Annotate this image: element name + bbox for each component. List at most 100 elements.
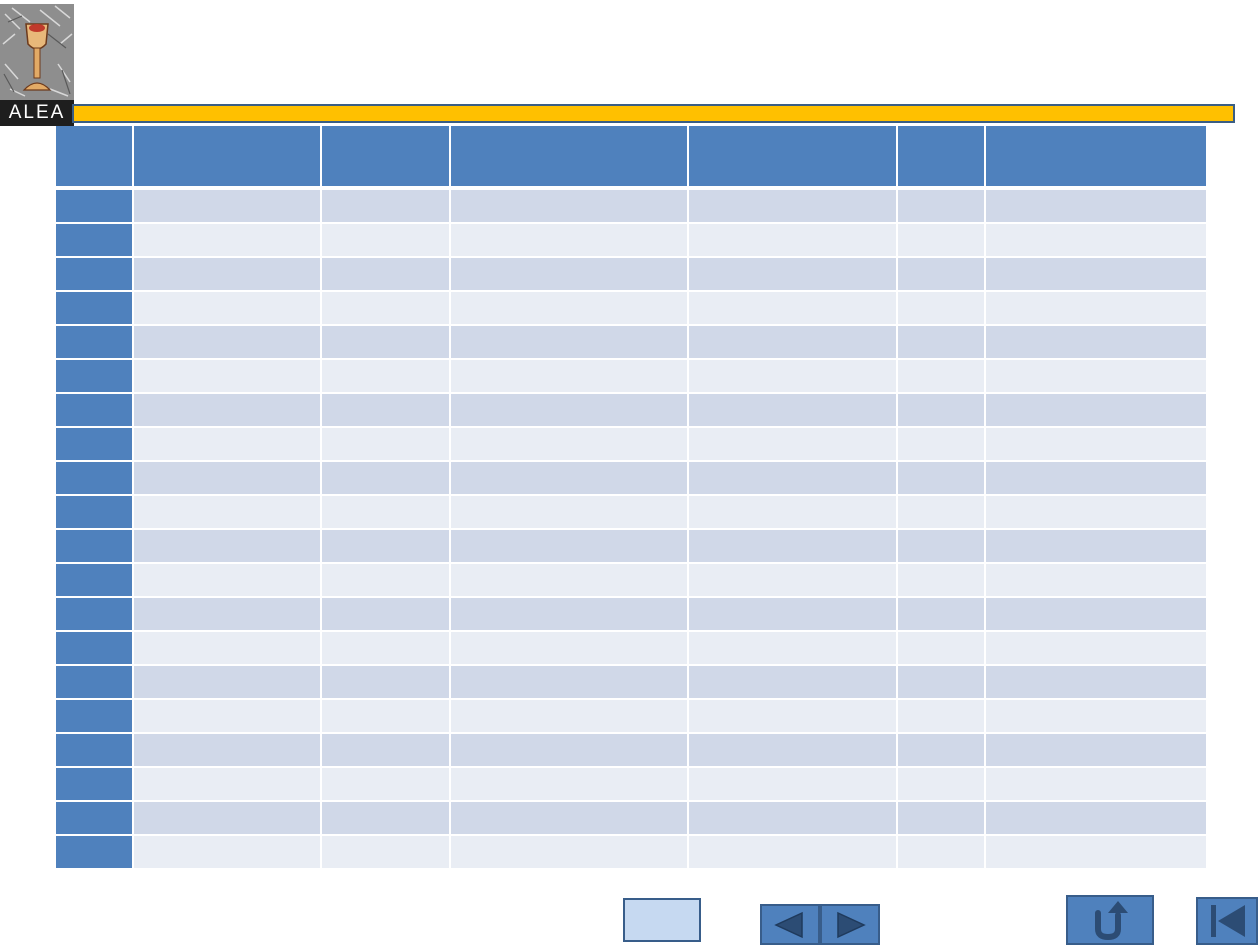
table-cell bbox=[689, 632, 898, 666]
table-cell bbox=[134, 700, 322, 734]
table-cell bbox=[986, 530, 1206, 564]
table-cell bbox=[898, 632, 986, 666]
table-cell bbox=[898, 598, 986, 632]
table-cell bbox=[322, 394, 451, 428]
table-cell bbox=[134, 802, 322, 836]
table-cell bbox=[451, 462, 689, 496]
row-header-cell bbox=[56, 632, 134, 666]
table-cell bbox=[322, 496, 451, 530]
column-header bbox=[322, 126, 451, 190]
table-cell bbox=[986, 360, 1206, 394]
table-cell bbox=[322, 598, 451, 632]
table-cell bbox=[322, 224, 451, 258]
table-cell bbox=[451, 224, 689, 258]
table-cell bbox=[134, 666, 322, 700]
table-cell bbox=[134, 258, 322, 292]
table-cell bbox=[451, 632, 689, 666]
table-cell bbox=[451, 292, 689, 326]
row-header-cell bbox=[56, 258, 134, 292]
table-cell bbox=[986, 428, 1206, 462]
table-cell bbox=[986, 394, 1206, 428]
table-cell bbox=[322, 258, 451, 292]
table-cell bbox=[986, 836, 1206, 870]
table-cell bbox=[898, 326, 986, 360]
table-cell bbox=[689, 564, 898, 598]
column-header bbox=[134, 126, 322, 190]
table-cell bbox=[451, 598, 689, 632]
table-cell bbox=[986, 190, 1206, 224]
table-cell bbox=[134, 190, 322, 224]
table-cell bbox=[898, 360, 986, 394]
table-cell bbox=[322, 666, 451, 700]
triangle-right-icon bbox=[837, 911, 866, 938]
table-cell bbox=[451, 836, 689, 870]
table-cell bbox=[322, 768, 451, 802]
table-cell bbox=[689, 190, 898, 224]
table-cell bbox=[689, 496, 898, 530]
table-cell bbox=[451, 700, 689, 734]
table-cell bbox=[986, 224, 1206, 258]
column-header bbox=[689, 126, 898, 190]
table-cell bbox=[451, 258, 689, 292]
table-cell bbox=[451, 326, 689, 360]
table-cell bbox=[134, 326, 322, 360]
table-cell bbox=[898, 768, 986, 802]
table-cell bbox=[689, 530, 898, 564]
table-cell bbox=[134, 360, 322, 394]
table-cell bbox=[689, 394, 898, 428]
table-cell bbox=[322, 734, 451, 768]
table-cell bbox=[134, 462, 322, 496]
table-cell bbox=[898, 564, 986, 598]
table-cell bbox=[898, 224, 986, 258]
hyperlink[interactable] bbox=[632, 918, 692, 936]
row-header-cell bbox=[56, 564, 134, 598]
table-cell bbox=[451, 394, 689, 428]
table-cell bbox=[322, 632, 451, 666]
first-slide-button[interactable] bbox=[1196, 897, 1258, 945]
column-header bbox=[56, 126, 134, 190]
table-cell bbox=[134, 224, 322, 258]
table-cell bbox=[322, 190, 451, 224]
column-header bbox=[986, 126, 1206, 190]
row-header-cell bbox=[56, 428, 134, 462]
table-cell bbox=[986, 564, 1206, 598]
row-header-cell bbox=[56, 462, 134, 496]
table-cell bbox=[689, 666, 898, 700]
table-cell bbox=[898, 190, 986, 224]
table-cell bbox=[898, 734, 986, 768]
return-button[interactable] bbox=[1066, 895, 1154, 945]
skip-to-start-icon bbox=[1211, 905, 1245, 937]
table-cell bbox=[322, 700, 451, 734]
table-cell bbox=[322, 802, 451, 836]
data-table bbox=[56, 126, 1206, 870]
link-button[interactable] bbox=[623, 898, 701, 942]
table-cell bbox=[689, 360, 898, 394]
table-cell bbox=[898, 462, 986, 496]
triangle-left-icon bbox=[774, 911, 803, 938]
return-arrow-icon bbox=[1095, 901, 1128, 941]
table-cell bbox=[689, 768, 898, 802]
table-cell bbox=[322, 326, 451, 360]
row-header-cell bbox=[56, 768, 134, 802]
row-header-cell bbox=[56, 394, 134, 428]
row-header-cell bbox=[56, 598, 134, 632]
table-cell bbox=[898, 700, 986, 734]
next-button[interactable] bbox=[820, 904, 880, 945]
table-cell bbox=[134, 768, 322, 802]
row-header-cell bbox=[56, 734, 134, 768]
logo-text: ALEA bbox=[0, 100, 74, 126]
row-header-cell bbox=[56, 292, 134, 326]
table-cell bbox=[451, 802, 689, 836]
row-header-cell bbox=[56, 360, 134, 394]
table-cell bbox=[451, 734, 689, 768]
table-cell bbox=[898, 666, 986, 700]
previous-button[interactable] bbox=[760, 904, 820, 945]
row-header-cell bbox=[56, 496, 134, 530]
table-cell bbox=[689, 802, 898, 836]
table-cell bbox=[986, 802, 1206, 836]
table-cell bbox=[134, 292, 322, 326]
table-cell bbox=[986, 292, 1206, 326]
table-cell bbox=[322, 360, 451, 394]
table-cell bbox=[322, 530, 451, 564]
table-cell bbox=[689, 258, 898, 292]
